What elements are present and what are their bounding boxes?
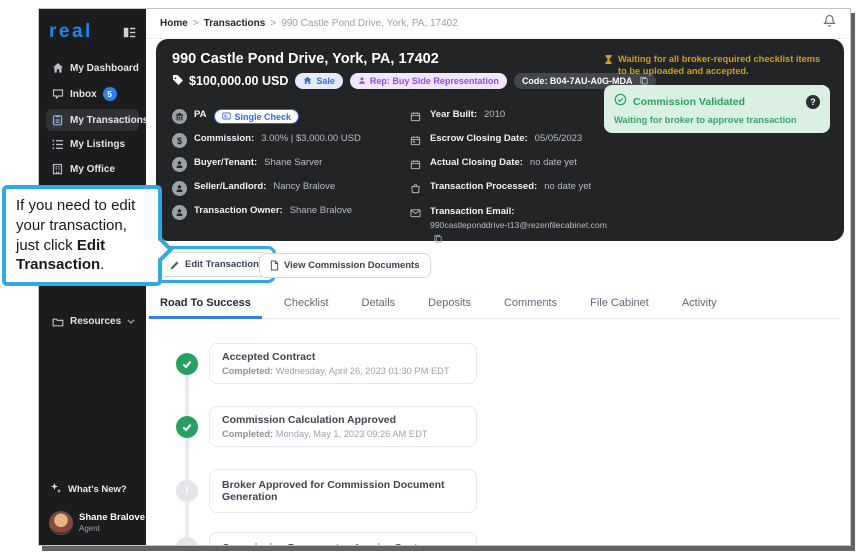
- listings-icon: [51, 139, 64, 150]
- person-icon: [172, 157, 187, 172]
- tab-deposits[interactable]: Deposits: [428, 297, 471, 309]
- transactions-icon: [51, 114, 64, 126]
- home-icon: [51, 62, 64, 74]
- bank-icon: [172, 109, 187, 124]
- sidebar-item-label: My Listings: [70, 139, 126, 150]
- sidebar-item-label: My Office: [70, 163, 116, 175]
- sidebar-item-inbox[interactable]: Inbox 5: [46, 82, 139, 106]
- sidebar-item-my-listings[interactable]: My Listings: [46, 134, 139, 155]
- sidebar-item-my-transactions[interactable]: My Transactions: [46, 109, 148, 131]
- timeline-step-invoice-sent: ! Commission Document or Invoice Sent: [176, 532, 506, 545]
- folder-icon: [51, 317, 64, 327]
- tab-file-cabinet[interactable]: File Cabinet: [590, 297, 649, 309]
- person-icon: [172, 181, 187, 196]
- transaction-summary-card: 990 Castle Pond Drive, York, PA, 17402 $…: [156, 39, 844, 243]
- status-subtitle: Waiting for broker to approve transactio…: [614, 115, 797, 126]
- check-circle-icon: [176, 415, 198, 438]
- tab-bar: Road To Success Checklist Details Deposi…: [149, 297, 840, 319]
- tab-activity[interactable]: Activity: [682, 297, 717, 309]
- user-name: Shane Bralove: [79, 511, 145, 523]
- mail-icon: [408, 205, 423, 220]
- breadcrumb-transactions[interactable]: Transactions: [204, 18, 266, 29]
- inbox-unread-badge: 5: [102, 87, 117, 101]
- single-check-badge: Single Check: [213, 109, 300, 124]
- breadcrumb-home[interactable]: Home: [160, 18, 188, 29]
- user-profile[interactable]: Shane Bralove Agent ⋮: [46, 503, 163, 537]
- timeline-step-accepted-contract: Accepted Contract Completed: Wednesday, …: [176, 343, 506, 384]
- sidebar-item-label: My Dashboard: [70, 62, 139, 74]
- status-title: Commission Validated: [633, 96, 746, 109]
- whats-new-link[interactable]: What's New?: [46, 476, 139, 503]
- calendar-icon: [408, 133, 423, 148]
- sidebar-item-label: Inbox: [70, 88, 97, 100]
- sidebar-item-label: Resources: [70, 316, 122, 327]
- transaction-address-title: 990 Castle Pond Drive, York, PA, 17402: [172, 51, 439, 67]
- bag-icon: [408, 181, 423, 196]
- house-icon: [303, 76, 312, 87]
- timeline-step-commission-approved: Commission Calculation Approved Complete…: [176, 406, 506, 447]
- breadcrumb-separator: >: [270, 18, 277, 29]
- commission-validated-box: Commission Validated ? Waiting for broke…: [604, 85, 830, 134]
- notifications-bell-icon[interactable]: [823, 14, 836, 33]
- tab-comments[interactable]: Comments: [504, 297, 557, 309]
- sparkle-icon: [50, 482, 62, 497]
- office-icon: [51, 163, 64, 175]
- sidebar-item-label: My Transactions: [70, 114, 149, 126]
- whats-new-label: What's New?: [68, 484, 127, 495]
- sidebar-item-resources[interactable]: Resources: [46, 311, 139, 332]
- pending-icon: !: [176, 537, 198, 545]
- tab-road-to-success[interactable]: Road To Success: [149, 297, 262, 319]
- road-to-success-timeline: Accepted Contract Completed: Wednesday, …: [176, 343, 506, 545]
- collapse-menu-icon[interactable]: [123, 27, 136, 38]
- copy-icon[interactable]: [434, 234, 442, 246]
- breadcrumb-current: 990 Castle Pond Drive, York, PA, 17402: [281, 18, 458, 29]
- edit-transaction-button[interactable]: Edit Transaction: [159, 252, 270, 277]
- broker-checklist-warning: Waiting for all broker-required checklis…: [604, 53, 830, 77]
- view-commission-documents-button[interactable]: View Commission Documents: [259, 253, 431, 278]
- help-icon[interactable]: ?: [806, 95, 820, 110]
- dollar-icon: $: [172, 133, 187, 148]
- main-content: Home > Transactions > 990 Castle Pond Dr…: [146, 9, 850, 545]
- user-role: Agent: [79, 523, 100, 533]
- tab-checklist[interactable]: Checklist: [284, 297, 329, 309]
- representation-badge: Rep: Buy Side Representation: [349, 73, 507, 89]
- tab-details[interactable]: Details: [362, 297, 396, 309]
- tooltip-text: If you need to edit your transaction, ju…: [16, 197, 136, 254]
- chevron-down-icon: [127, 316, 135, 327]
- transaction-email-value: 990castleponddrive-t13@rezenfilecabinet.…: [430, 220, 607, 231]
- state-value: PA: [194, 109, 207, 120]
- tag-icon: [172, 74, 184, 89]
- sidebar-item-my-dashboard[interactable]: My Dashboard: [46, 57, 139, 79]
- pending-icon: !: [176, 480, 198, 502]
- price: $100,000.00 USD: [172, 74, 288, 89]
- hourglass-icon: [604, 54, 613, 77]
- person-icon: [358, 76, 366, 87]
- real-logo: real: [49, 21, 93, 42]
- timeline-step-broker-approved: ! Broker Approved for Commission Documen…: [176, 469, 506, 513]
- sale-badge: Sale: [295, 73, 343, 89]
- check-card-icon: [221, 112, 231, 122]
- check-circle-icon: [614, 93, 627, 111]
- person-icon: [172, 205, 187, 220]
- breadcrumb-separator: >: [192, 18, 199, 29]
- check-circle-icon: [176, 352, 198, 375]
- calendar-icon: [408, 157, 423, 172]
- edit-transaction-tooltip: If you need to edit your transaction, ju…: [2, 185, 174, 287]
- breadcrumb: Home > Transactions > 990 Castle Pond Dr…: [160, 18, 458, 29]
- avatar: [49, 511, 73, 535]
- pencil-icon: [170, 260, 180, 270]
- calendar-icon: [408, 109, 423, 124]
- document-icon: [270, 260, 279, 271]
- inbox-icon: [51, 88, 64, 100]
- topbar: Home > Transactions > 990 Castle Pond Dr…: [146, 9, 850, 39]
- sidebar-item-my-office[interactable]: My Office: [46, 158, 139, 180]
